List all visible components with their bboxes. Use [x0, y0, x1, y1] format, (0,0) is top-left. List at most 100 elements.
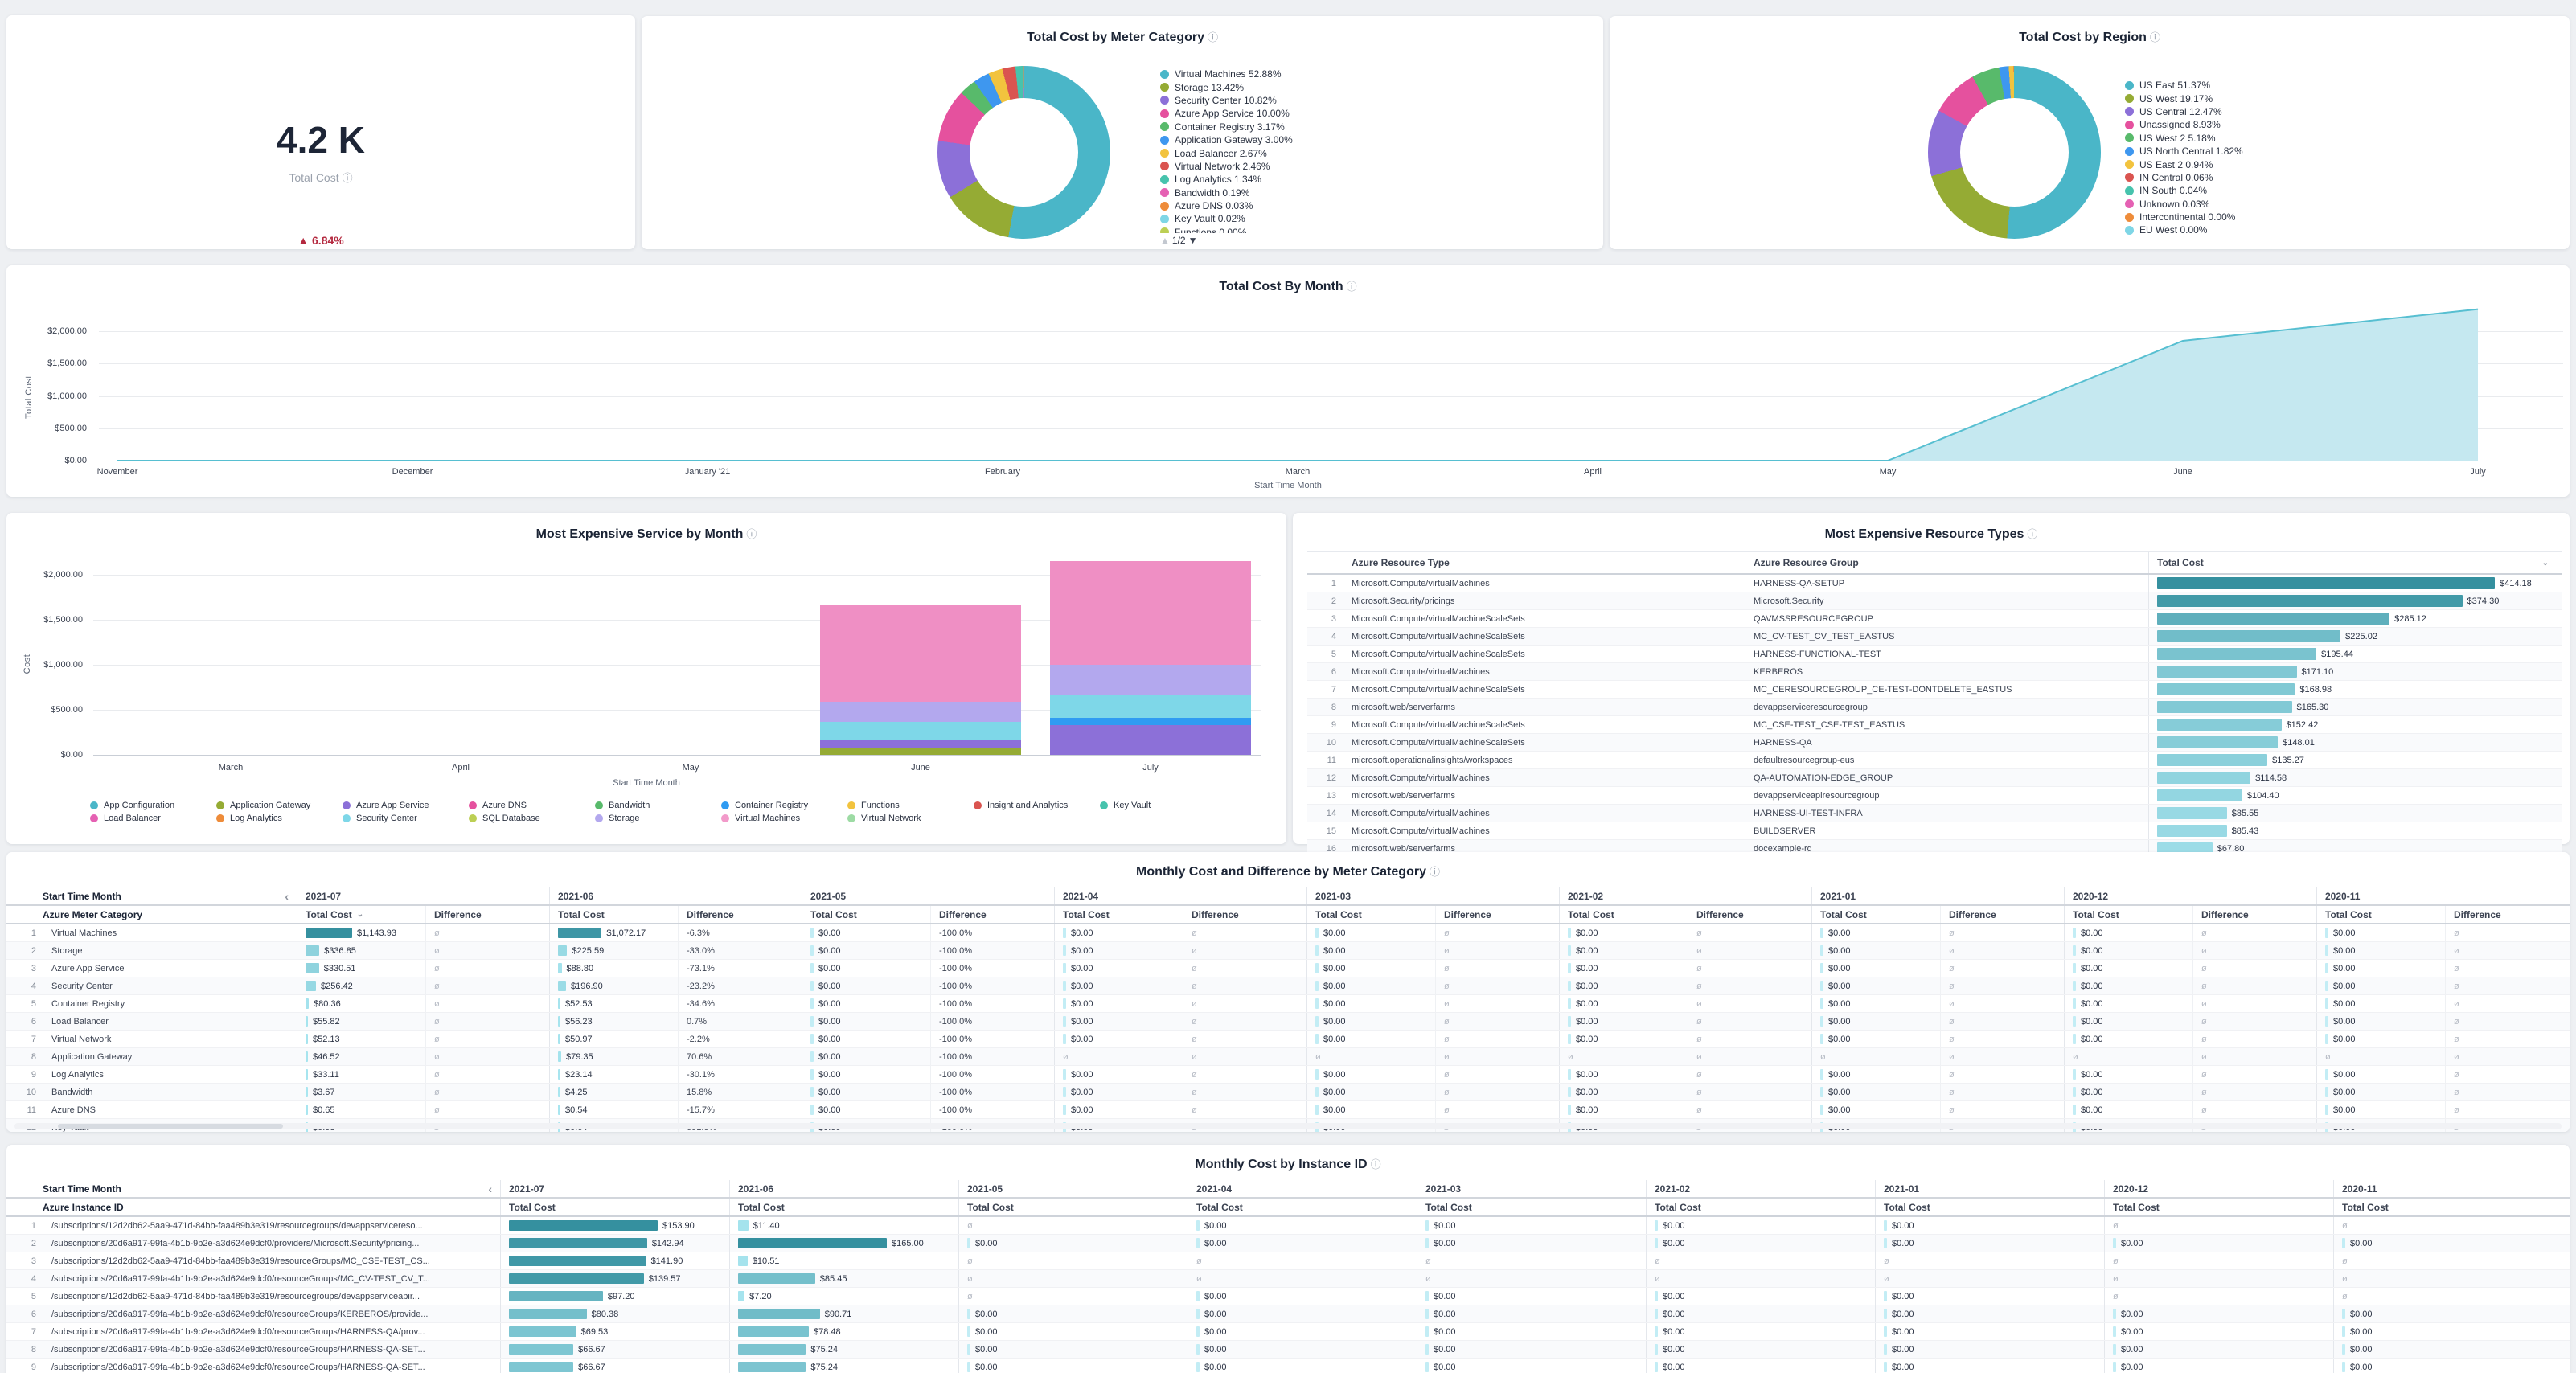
month-header[interactable]: 2021-07	[297, 887, 549, 904]
month-header[interactable]: 2021-04	[1054, 887, 1306, 904]
legend-item-azure-dns[interactable]: Azure DNS	[469, 800, 595, 810]
info-icon[interactable]: ⓘ	[1430, 866, 1440, 878]
month-header[interactable]: 2020-12	[2104, 1180, 2333, 1197]
month-header[interactable]: 2021-06	[549, 887, 802, 904]
info-icon[interactable]: ⓘ	[1208, 31, 1218, 43]
legend-item-functions[interactable]: Functions	[847, 800, 974, 810]
month-header[interactable]: 2021-05	[802, 887, 1054, 904]
legend-item-app-configuration[interactable]: App Configuration	[90, 800, 216, 810]
region-donut[interactable]	[1928, 66, 2101, 239]
legend-item-application-gateway[interactable]: Application Gateway	[216, 800, 343, 810]
legend-item-virtual-machines[interactable]: Virtual Machines	[721, 813, 847, 823]
legend-item-in-south[interactable]: IN South 0.04%	[2125, 184, 2471, 197]
sort-icon[interactable]: ⌄	[357, 910, 363, 919]
azure-instance-id-header[interactable]: Azure Instance ID	[43, 1202, 500, 1213]
azure-meter-category-header[interactable]: Azure Meter Category	[43, 909, 297, 920]
legend-item-in-central[interactable]: IN Central 0.06%	[2125, 171, 2471, 184]
difference-column-header[interactable]: Difference	[930, 906, 1054, 923]
info-icon[interactable]: ⓘ	[2027, 528, 2037, 540]
total-cost-column-header[interactable]: Total Cost	[1306, 906, 1435, 923]
month-header[interactable]: 2021-05	[958, 1180, 1188, 1197]
legend-item-unassigned[interactable]: Unassigned 8.93%	[2125, 118, 2471, 131]
legend-item-virtual-machines[interactable]: Virtual Machines 52.88%	[1160, 68, 1498, 80]
month-header[interactable]: 2021-01	[1875, 1180, 2104, 1197]
total-cost-column-header[interactable]: Total Cost	[2316, 906, 2445, 923]
month-header[interactable]: 2020-12	[2064, 887, 2316, 904]
legend-item-key-vault[interactable]: Key Vault 0.02%	[1160, 212, 1498, 225]
month-header[interactable]: 2021-02	[1646, 1180, 1875, 1197]
month-header[interactable]: 2021-03	[1417, 1180, 1646, 1197]
legend-item-container-registry[interactable]: Container Registry	[721, 800, 847, 810]
month-header[interactable]: 2020-11	[2316, 887, 2569, 904]
total-cost-column-header[interactable]: Total Cost	[2104, 1199, 2333, 1215]
month-header[interactable]: 2021-02	[1559, 887, 1811, 904]
legend-item-load-balancer[interactable]: Load Balancer	[90, 813, 216, 823]
total-cost-column-header[interactable]: Total Cost	[1646, 1199, 1875, 1215]
legend-item-sql-database[interactable]: SQL Database	[469, 813, 595, 823]
column-header-total-cost[interactable]: Total Cost⌄	[2148, 552, 2562, 573]
total-cost-column-header[interactable]: Total Cost	[1054, 906, 1183, 923]
info-icon[interactable]: ⓘ	[746, 528, 757, 540]
difference-column-header[interactable]: Difference	[1183, 906, 1306, 923]
page-down-icon[interactable]: ▼	[1188, 235, 1198, 246]
legend-item-us-north-central[interactable]: US North Central 1.82%	[2125, 145, 2471, 158]
legend-item-azure-dns[interactable]: Azure DNS 0.03%	[1160, 199, 1498, 212]
total-cost-column-header[interactable]: Total Cost	[1417, 1199, 1646, 1215]
legend-item-virtual-network[interactable]: Virtual Network	[847, 813, 974, 823]
total-cost-column-header[interactable]: Total Cost	[2333, 1199, 2562, 1215]
legend-item-virtual-network[interactable]: Virtual Network 2.46%	[1160, 160, 1498, 173]
legend-item-us-west[interactable]: US West 19.17%	[2125, 92, 2471, 105]
info-icon[interactable]: ⓘ	[343, 172, 353, 184]
sort-icon[interactable]: ⌄	[2542, 559, 2549, 568]
difference-column-header[interactable]: Difference	[2192, 906, 2316, 923]
collapse-chevron-icon[interactable]: ‹	[285, 890, 297, 903]
total-cost-column-header[interactable]: Total Cost	[1559, 906, 1688, 923]
legend-item-container-registry[interactable]: Container Registry 3.17%	[1160, 121, 1498, 133]
total-cost-column-header[interactable]: Total Cost	[802, 906, 930, 923]
month-header[interactable]: 2020-11	[2333, 1180, 2562, 1197]
legend-item-us-west-2[interactable]: US West 2 5.18%	[2125, 132, 2471, 145]
legend-item-bandwidth[interactable]: Bandwidth 0.19%	[1160, 186, 1498, 199]
legend-item-eu-west[interactable]: EU West 0.00%	[2125, 223, 2471, 236]
legend-item-storage[interactable]: Storage	[595, 813, 721, 823]
column-header-azure-resource-group[interactable]: Azure Resource Group	[1745, 552, 2148, 573]
legend-item-intercontinental[interactable]: Intercontinental 0.00%	[2125, 211, 2471, 223]
legend-item-load-balancer[interactable]: Load Balancer 2.67%	[1160, 146, 1498, 159]
month-header[interactable]: 2021-06	[729, 1180, 958, 1197]
difference-column-header[interactable]: Difference	[2445, 906, 2569, 923]
legend-item-functions[interactable]: Functions 0.00%	[1160, 226, 1498, 233]
legend-item-insight-and-analytics[interactable]: Insight and Analytics	[974, 800, 1100, 810]
difference-column-header[interactable]: Difference	[678, 906, 802, 923]
legend-item-key-vault[interactable]: Key Vault	[1100, 800, 1226, 810]
legend-item-security-center[interactable]: Security Center 10.82%	[1160, 94, 1498, 107]
legend-item-log-analytics[interactable]: Log Analytics	[216, 813, 343, 823]
total-cost-column-header[interactable]: Total Cost	[549, 906, 678, 923]
legend-item-azure-app-service[interactable]: Azure App Service 10.00%	[1160, 107, 1498, 120]
info-icon[interactable]: ⓘ	[1371, 1158, 1381, 1170]
legend-item-security-center[interactable]: Security Center	[343, 813, 469, 823]
legend-item-storage[interactable]: Storage 13.42%	[1160, 80, 1498, 93]
month-header[interactable]: 2021-04	[1188, 1180, 1417, 1197]
legend-item-application-gateway[interactable]: Application Gateway 3.00%	[1160, 133, 1498, 146]
legend-item-us-central[interactable]: US Central 12.47%	[2125, 105, 2471, 118]
legend-item-azure-app-service[interactable]: Azure App Service	[343, 800, 469, 810]
total-cost-column-header[interactable]: Total Cost	[500, 1199, 729, 1215]
month-header[interactable]: 2021-01	[1811, 887, 2064, 904]
page-up-icon[interactable]: ▲	[1160, 235, 1170, 246]
legend-item-log-analytics[interactable]: Log Analytics 1.34%	[1160, 173, 1498, 186]
difference-column-header[interactable]: Difference	[1940, 906, 2064, 923]
total-cost-column-header[interactable]: Total Cost	[729, 1199, 958, 1215]
column-header-azure-resource-type[interactable]: Azure Resource Type	[1343, 552, 1745, 573]
info-icon[interactable]: ⓘ	[2150, 31, 2160, 43]
month-header[interactable]: 2021-03	[1306, 887, 1559, 904]
total-cost-column-header[interactable]: Total Cost	[958, 1199, 1188, 1215]
scrollbar-thumb[interactable]	[58, 1124, 283, 1129]
difference-column-header[interactable]: Difference	[1435, 906, 1559, 923]
total-cost-column-header[interactable]: Total Cost	[1188, 1199, 1417, 1215]
meter-category-donut[interactable]	[937, 66, 1110, 239]
total-cost-column-header[interactable]: Total Cost	[2064, 906, 2192, 923]
month-header[interactable]: 2021-07	[500, 1180, 729, 1197]
difference-column-header[interactable]: Difference	[1688, 906, 1811, 923]
collapse-chevron-icon[interactable]: ‹	[488, 1182, 500, 1195]
total-cost-column-header[interactable]: Total Cost⌄	[297, 906, 425, 923]
